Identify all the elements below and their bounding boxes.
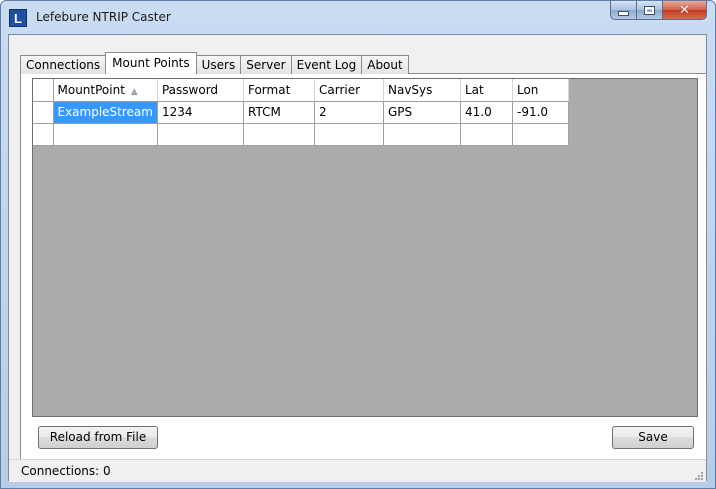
- cell-lon[interactable]: [512, 123, 569, 146]
- tab-server[interactable]: Server: [240, 55, 292, 74]
- title-bar[interactable]: L Lefebure NTRIP Caster ✕: [1, 1, 715, 35]
- column-header-navsys[interactable]: NavSys: [383, 79, 461, 102]
- row-header[interactable]: [33, 123, 54, 146]
- column-header-lat[interactable]: Lat: [460, 79, 513, 102]
- window-title: Lefebure NTRIP Caster: [36, 10, 171, 24]
- close-icon: ✕: [679, 2, 690, 18]
- tab-mount-points[interactable]: Mount Points: [105, 52, 197, 74]
- tab-about[interactable]: About: [361, 55, 409, 74]
- column-header-format[interactable]: Format: [243, 79, 315, 102]
- cell-format[interactable]: [243, 123, 315, 146]
- cell-mountpoint[interactable]: ExampleStream: [53, 101, 158, 124]
- new-row[interactable]: [33, 123, 569, 146]
- mount-points-table: MountPoint ▲ Password Format Carrier NavS…: [33, 79, 569, 146]
- tab-strip: Connections Mount Points Users Server Ev…: [20, 52, 409, 74]
- column-header-password[interactable]: Password: [157, 79, 244, 102]
- tab-users[interactable]: Users: [195, 55, 242, 74]
- tab-event-log[interactable]: Event Log: [290, 55, 363, 74]
- cell-password[interactable]: [157, 123, 244, 146]
- save-button[interactable]: Save: [612, 426, 694, 449]
- column-header-mountpoint[interactable]: MountPoint ▲: [53, 79, 158, 102]
- sort-ascending-icon: ▲: [130, 86, 138, 97]
- minimize-button[interactable]: [610, 1, 637, 20]
- status-bar: Connections: 0: [9, 459, 706, 482]
- cell-mountpoint[interactable]: [53, 123, 158, 146]
- minimize-icon: [618, 10, 629, 16]
- column-header-carrier[interactable]: Carrier: [314, 79, 384, 102]
- cell-lat[interactable]: [460, 123, 513, 146]
- cell-lat[interactable]: 41.0: [460, 101, 513, 124]
- mount-points-grid[interactable]: MountPoint ▲ Password Format Carrier NavS…: [32, 78, 698, 417]
- column-header-lon[interactable]: Lon: [512, 79, 569, 102]
- close-button[interactable]: ✕: [663, 1, 707, 20]
- app-icon: L: [9, 9, 27, 27]
- maximize-button[interactable]: [637, 1, 663, 20]
- tab-connections[interactable]: Connections: [20, 55, 107, 74]
- row-header[interactable]: [33, 101, 54, 124]
- resize-grip-icon[interactable]: [693, 470, 703, 480]
- cell-carrier[interactable]: 2: [314, 101, 384, 124]
- maximize-icon: [644, 5, 655, 15]
- window-controls: ✕: [610, 1, 707, 21]
- cell-password[interactable]: 1234: [157, 101, 244, 124]
- table-row[interactable]: ExampleStream 1234 RTCM 2 GPS 41.0 -91.0: [33, 101, 569, 124]
- row-header-corner[interactable]: [33, 79, 54, 102]
- cell-lon[interactable]: -91.0: [512, 101, 569, 124]
- cell-navsys[interactable]: [383, 123, 461, 146]
- cell-format[interactable]: RTCM: [243, 101, 315, 124]
- reload-from-file-button[interactable]: Reload from File: [38, 426, 158, 449]
- header-row: MountPoint ▲ Password Format Carrier NavS…: [33, 79, 569, 102]
- connections-status: Connections: 0: [21, 464, 111, 478]
- cell-navsys[interactable]: GPS: [383, 101, 461, 124]
- cell-carrier[interactable]: [314, 123, 384, 146]
